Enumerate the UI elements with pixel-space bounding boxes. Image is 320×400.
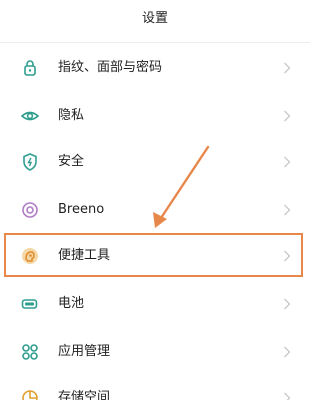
breeno-icon (20, 200, 40, 220)
chevron-right-icon (283, 392, 291, 400)
privacy-eye-icon (20, 106, 40, 126)
settings-item-battery[interactable]: 电池 (0, 282, 310, 326)
settings-item-label: 应用管理 (58, 344, 111, 359)
settings-item-storage[interactable]: 存储空间 (0, 376, 310, 400)
settings-item-fingerprint[interactable]: 指纹、面部与密码 (0, 46, 310, 90)
chevron-right-icon (283, 62, 291, 74)
chevron-right-icon (283, 298, 291, 310)
settings-item-security[interactable]: 安全 (0, 140, 310, 184)
settings-item-label: 指纹、面部与密码 (58, 60, 163, 75)
settings-item-label: 存储空间 (58, 390, 111, 400)
app-management-icon (20, 342, 40, 362)
settings-screen: 设置 指纹、面部与密码 隐私 安全 Breeno 便捷工具 电池 应用管理 存储… (0, 0, 310, 400)
settings-item-label: 隐私 (58, 108, 85, 123)
storage-icon (20, 388, 40, 400)
chevron-right-icon (283, 204, 291, 216)
fingerprint-lock-icon (20, 58, 40, 78)
settings-item-privacy[interactable]: 隐私 (0, 94, 310, 138)
page-title: 设置 (141, 11, 168, 26)
chevron-right-icon (283, 110, 291, 122)
battery-icon (20, 294, 40, 314)
settings-item-label: 电池 (58, 296, 85, 311)
security-shield-icon (20, 152, 40, 172)
header-divider (0, 42, 310, 43)
chevron-right-icon (283, 346, 291, 358)
settings-item-label: 安全 (58, 154, 85, 169)
settings-item-label: Breeno (58, 202, 105, 217)
annotation-highlight-box (4, 233, 303, 277)
settings-item-app-management[interactable]: 应用管理 (0, 330, 310, 374)
chevron-right-icon (283, 156, 291, 168)
settings-item-breeno[interactable]: Breeno (0, 188, 310, 232)
